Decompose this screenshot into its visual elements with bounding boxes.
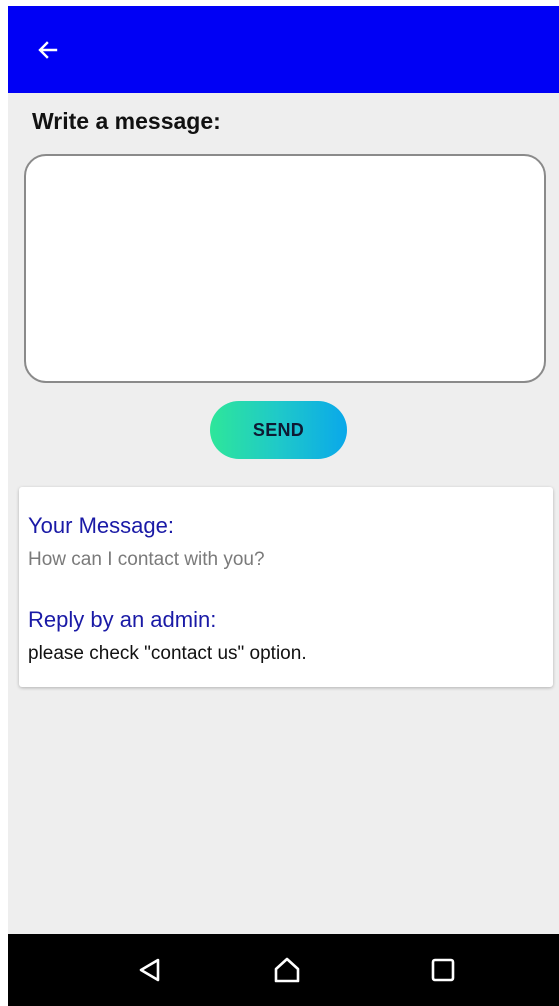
message-input[interactable] xyxy=(24,154,546,383)
home-icon xyxy=(274,957,300,983)
reply-text: please check "contact us" option. xyxy=(28,643,307,664)
back-button[interactable] xyxy=(26,28,70,72)
app-bar xyxy=(8,6,559,93)
screen: Write a message: SEND Your Message: How … xyxy=(8,6,559,1006)
nav-home-button[interactable] xyxy=(267,950,307,990)
nav-back-button[interactable] xyxy=(130,950,170,990)
your-message-heading: Your Message: xyxy=(28,513,174,538)
reply-heading: Reply by an admin: xyxy=(28,607,217,632)
your-message-text: How can I contact with you? xyxy=(28,549,265,570)
square-recents-icon xyxy=(431,958,455,982)
nav-recents-button[interactable] xyxy=(423,950,463,990)
write-message-label: Write a message: xyxy=(32,108,221,134)
arrow-left-icon xyxy=(38,41,58,59)
message-card: Your Message: How can I contact with you… xyxy=(19,487,553,687)
send-button[interactable]: SEND xyxy=(210,401,347,459)
triangle-back-icon xyxy=(139,958,160,982)
system-nav-bar xyxy=(8,934,559,1006)
